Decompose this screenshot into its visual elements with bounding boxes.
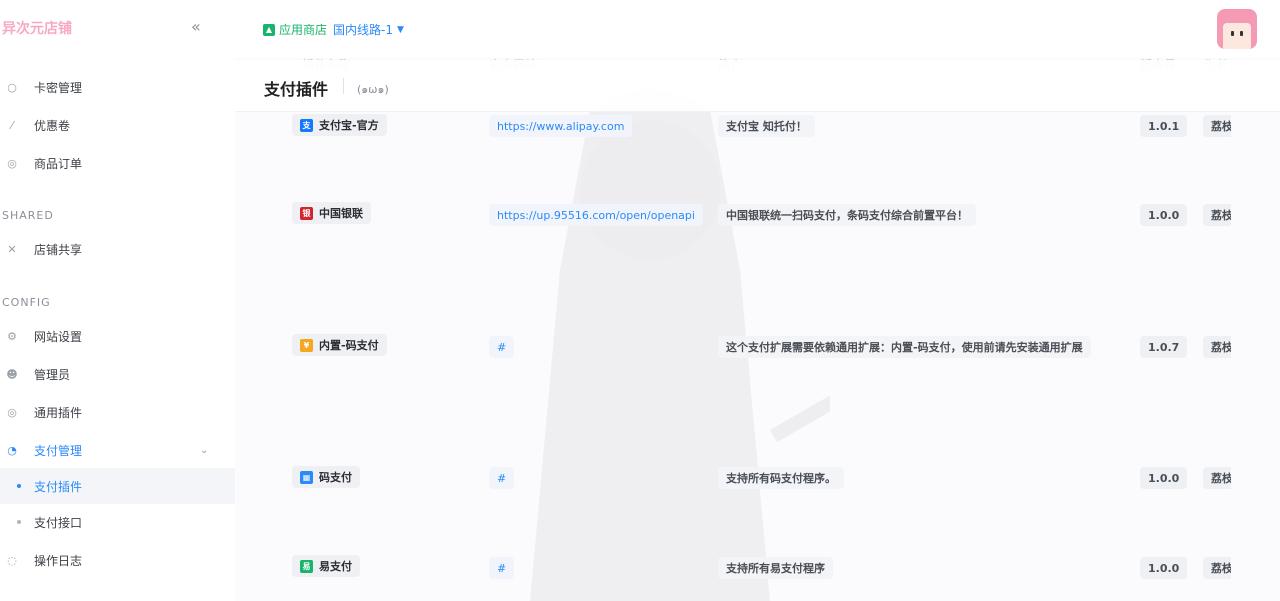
sidebar-item-shop-share[interactable]: ✕ 店铺共享 (0, 231, 235, 267)
plugin-author: 荔枝 (1203, 204, 1231, 226)
section-label-config: CONFIG (2, 296, 51, 309)
plugin-version: 1.0.0 (1140, 204, 1188, 226)
key-icon: ○ (7, 80, 17, 94)
chevron-down-icon: ⌄ (200, 444, 209, 456)
alipay-icon: 支 (300, 118, 313, 132)
collapse-sidebar-icon[interactable]: « (191, 17, 201, 36)
plugin-name-tag: ▦ 码支付 (292, 466, 360, 488)
plugin-version: 1.0.1 (1140, 115, 1188, 137)
plugin-version: 1.0.0 (1140, 467, 1188, 489)
plugin-description: 支持所有码支付程序。 (718, 467, 844, 489)
plugin-website-link[interactable]: # (489, 557, 515, 579)
section-label-shared: SHARED (2, 209, 54, 222)
share-icon: ✕ (7, 242, 17, 256)
plugin-description: 这个支付扩展需要依赖通用扩展：内置-码支付，使用前请先安装通用扩展 (718, 336, 1091, 358)
qrcode-pay-icon: ¥ (300, 338, 313, 352)
plugin-author: 荔枝 (1203, 115, 1231, 137)
app-store-switcher[interactable]: ▲ 应用商店 国内线路-1 ▼ (263, 21, 404, 38)
unionpay-icon: 银 (300, 206, 313, 220)
plugin-name-tag: ¥ 内置-码支付 (292, 334, 387, 356)
avatar[interactable] (1217, 9, 1257, 49)
order-icon: ◎ (7, 156, 17, 170)
sidebar-item-card-keys[interactable]: ○ 卡密管理 (0, 69, 235, 105)
plugin-description: 支持所有易支付程序 (718, 557, 833, 579)
sidebar-item-operation-log[interactable]: ◌ 操作日志 (0, 542, 235, 578)
plugin-icon: ◎ (7, 405, 17, 419)
gear-icon: ⚙ (7, 329, 17, 343)
page-emote: (๑ω๑) (357, 83, 389, 96)
plugin-author: 荔枝 (1203, 467, 1231, 489)
sidebar-subitem-payment-plugins[interactable]: 支付插件 (0, 468, 235, 504)
top-bar: ▲ 应用商店 国内线路-1 ▼ (235, 0, 1280, 58)
log-icon: ◌ (7, 553, 17, 567)
bullet-icon (17, 484, 21, 488)
sidebar-item-general-plugins[interactable]: ◎ 通用插件 (0, 394, 235, 430)
qrcode-icon: ▦ (300, 470, 313, 484)
plugin-version: 1.0.0 (1140, 557, 1188, 579)
sidebar-item-site-settings[interactable]: ⚙ 网站设置 (0, 318, 235, 354)
plugin-name-tag: 银 中国银联 (292, 202, 371, 224)
chevron-down-icon: ▼ (396, 24, 404, 35)
payment-icon: ◔ (7, 443, 17, 457)
sidebar-item-coupons[interactable]: ⁄ 优惠卷 (0, 107, 235, 143)
plugin-version: 1.0.7 (1140, 336, 1188, 358)
plugin-website-link[interactable]: https://www.alipay.com (489, 115, 633, 137)
coupon-icon: ⁄ (11, 118, 13, 132)
easy-pay-icon: 易 (300, 559, 313, 573)
page-header: 支付插件 (๑ω๑) (235, 60, 1280, 112)
store-icon: ▲ (263, 23, 275, 36)
plugin-name-tag: 支 支付宝-官方 (292, 114, 387, 136)
plugin-name-tag: 易 易支付 (292, 555, 360, 577)
sidebar-item-orders[interactable]: ◎ 商品订单 (0, 145, 235, 181)
sidebar-subitem-payment-interfaces[interactable]: 支付接口 (0, 504, 235, 540)
plugin-author: 荔枝 (1203, 336, 1231, 358)
sidebar-item-admins[interactable]: ☻ 管理员 (0, 356, 235, 392)
plugin-author: 荔枝 (1203, 557, 1231, 579)
brand-logo: 异次元店铺 (2, 21, 72, 37)
sidebar: 异次元店铺 « ○ 卡密管理 ⁄ 优惠卷 ◎ 商品订单 SHARED ✕ 店铺共… (0, 0, 235, 601)
sidebar-item-payment-management[interactable]: ◔ 支付管理 ⌄ (0, 432, 235, 468)
plugin-website-link[interactable]: # (489, 336, 515, 358)
plugin-description: 支付宝 知托付！ (718, 115, 815, 137)
plugin-website-link[interactable]: # (489, 467, 515, 489)
page-title: 支付插件 (264, 80, 329, 99)
divider (343, 78, 344, 94)
plugin-website-link[interactable]: https://up.95516.com/open/openapi (489, 204, 703, 226)
plugin-description: 中国银联统一扫码支付，条码支付综合前置平台！ (718, 204, 976, 226)
bullet-icon (17, 520, 21, 524)
users-icon: ☻ (6, 367, 18, 381)
